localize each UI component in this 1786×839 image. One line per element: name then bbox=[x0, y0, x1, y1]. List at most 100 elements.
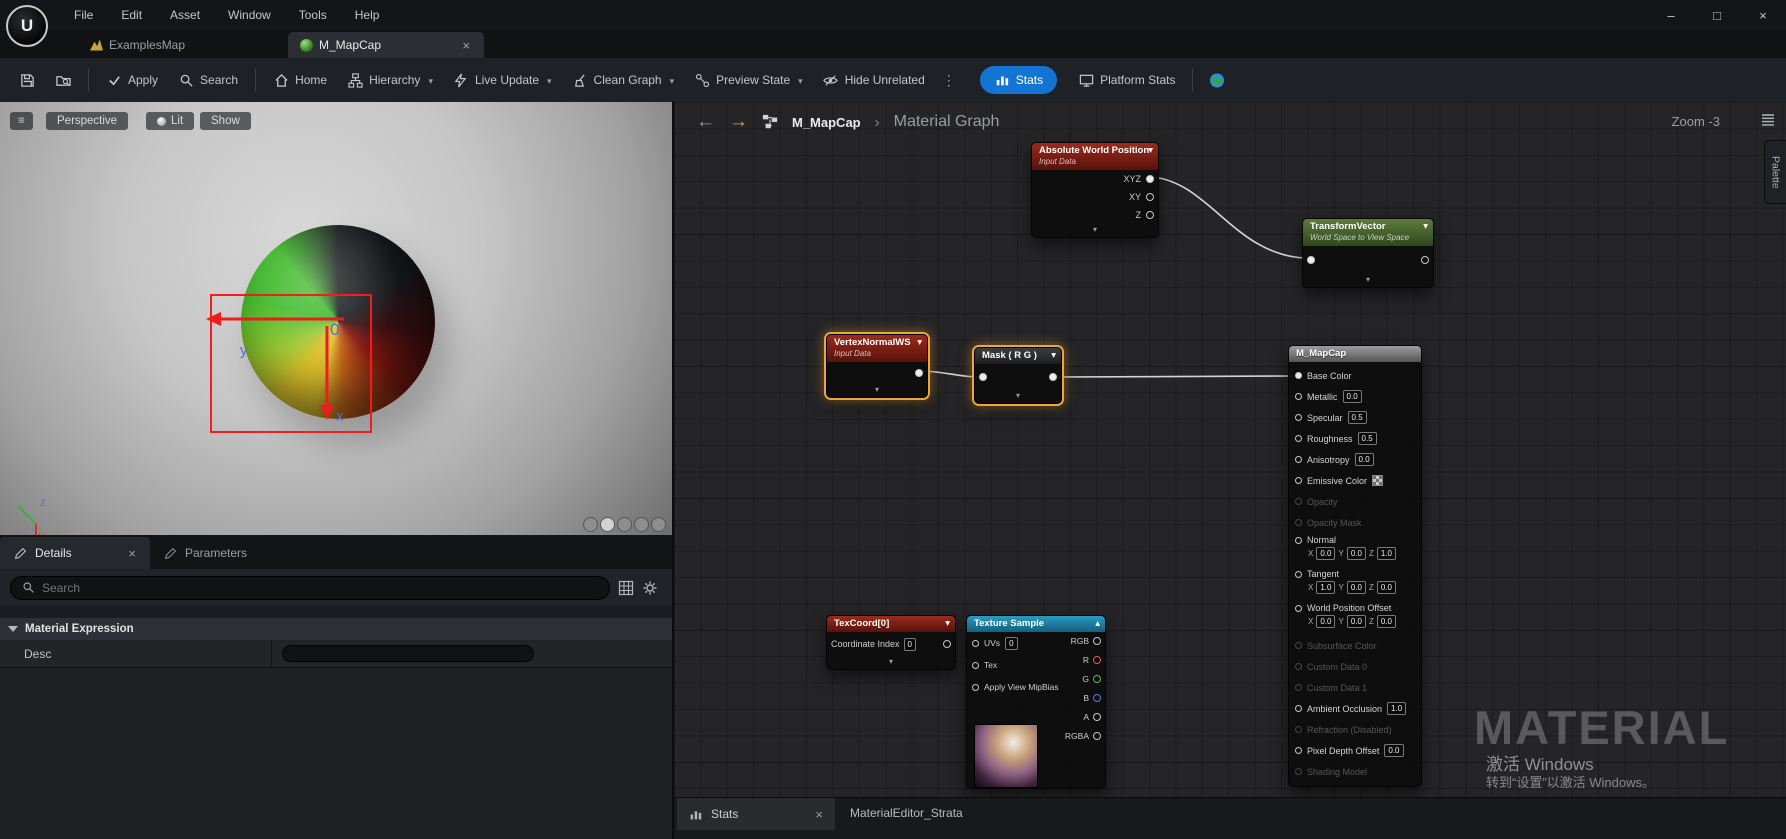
preview-plane-button[interactable] bbox=[617, 517, 632, 532]
chevron-down-icon[interactable]: ▾ bbox=[917, 338, 922, 348]
palette-tab[interactable]: Palette bbox=[1764, 140, 1786, 204]
output-pin-icon[interactable] bbox=[1093, 656, 1101, 664]
input-pin-icon[interactable] bbox=[1295, 414, 1302, 421]
gear-icon[interactable] bbox=[642, 580, 658, 596]
node-header[interactable]: Absolute World Position ▾ Input Data bbox=[1032, 143, 1158, 170]
input-pin-icon[interactable] bbox=[1295, 435, 1302, 442]
output-row-rgb[interactable]: RGB bbox=[1071, 636, 1101, 646]
pin-row[interactable] bbox=[1303, 246, 1433, 274]
palette-expand-icon[interactable] bbox=[1760, 112, 1776, 128]
section-material-expression[interactable]: Material Expression bbox=[0, 618, 672, 640]
pin-value[interactable]: 0.0 bbox=[1346, 581, 1366, 594]
pin-row-ambient-occlusion[interactable]: Ambient Occlusion 1.0 bbox=[1289, 698, 1421, 719]
output-row-r[interactable]: R bbox=[1083, 655, 1101, 665]
menu-window[interactable]: Window bbox=[216, 4, 283, 26]
pin-value[interactable]: 0.0 bbox=[1376, 581, 1396, 594]
node-header[interactable]: M_MapCap bbox=[1289, 346, 1421, 362]
output-pin-icon[interactable] bbox=[1146, 175, 1154, 183]
node-header[interactable]: Mask ( R G ) ▾ bbox=[975, 348, 1061, 364]
maximize-button[interactable]: □ bbox=[1694, 0, 1740, 30]
output-pin-icon[interactable] bbox=[1146, 193, 1154, 201]
menu-tools[interactable]: Tools bbox=[287, 4, 339, 26]
forward-arrow-icon[interactable]: → bbox=[729, 111, 748, 133]
chevron-down-icon[interactable]: ▾ bbox=[1148, 146, 1153, 156]
pin-value[interactable]: 0 bbox=[1005, 636, 1018, 650]
material-graph-canvas[interactable]: ← → M_MapCap › Material Graph Zoom -3 Pa… bbox=[674, 102, 1786, 839]
pin-row[interactable]: Coordinate Index 0 bbox=[827, 632, 955, 656]
output-row-a[interactable]: A bbox=[1083, 712, 1101, 722]
input-pin-icon[interactable] bbox=[1295, 570, 1302, 578]
details-search-box[interactable] bbox=[10, 575, 610, 600]
tab-m-mapcap[interactable]: M_MapCap × bbox=[288, 32, 484, 58]
node-mask-rg[interactable]: Mask ( R G ) ▾ bbox=[974, 347, 1062, 404]
pin-value[interactable]: 0.5 bbox=[1357, 432, 1377, 445]
node-material-result[interactable]: M_MapCap Base Color Metallic 0.0 Specular… bbox=[1288, 345, 1422, 787]
apply-button[interactable]: Apply bbox=[97, 66, 167, 94]
unreal-logo-icon[interactable] bbox=[6, 5, 48, 47]
hide-unrelated-button[interactable]: Hide Unrelated bbox=[814, 66, 934, 94]
node-header[interactable]: VertexNormalWS ▾ Input Data bbox=[827, 335, 927, 362]
save-button[interactable] bbox=[10, 66, 44, 94]
pin-row-custom-data-0[interactable]: Custom Data 0 bbox=[1289, 656, 1421, 677]
browse-to-asset-button[interactable] bbox=[46, 66, 80, 94]
wire-awp-to-transform[interactable] bbox=[1151, 176, 1305, 259]
pin-value[interactable]: 1.0 bbox=[1387, 702, 1407, 715]
input-pin-icon[interactable] bbox=[1295, 604, 1302, 612]
output-pin-icon[interactable] bbox=[1146, 211, 1154, 219]
chevron-down-icon[interactable]: ▾ bbox=[945, 619, 950, 629]
pin-value[interactable]: 0.0 bbox=[1384, 744, 1404, 757]
live-update-button[interactable]: Live Update bbox=[444, 66, 561, 94]
node-header[interactable]: TexCoord[0] ▾ bbox=[827, 616, 955, 632]
close-tab-icon[interactable]: × bbox=[813, 807, 825, 822]
preview-custom-button[interactable] bbox=[651, 517, 666, 532]
pin-value[interactable]: 0.0 bbox=[1346, 547, 1366, 560]
pin-row-opacity-mask[interactable]: Opacity Mask bbox=[1289, 512, 1421, 533]
output-pin-icon[interactable] bbox=[1049, 373, 1057, 381]
pin-row[interactable]: Z bbox=[1032, 206, 1158, 224]
close-tab-icon[interactable]: × bbox=[460, 38, 472, 53]
pin-row[interactable]: XY bbox=[1032, 188, 1158, 206]
platform-stats-button[interactable]: Platform Stats bbox=[1069, 66, 1184, 94]
output-pin-icon[interactable] bbox=[1093, 694, 1101, 702]
texture-preview-thumbnail[interactable] bbox=[974, 724, 1038, 788]
collapse-chevron-icon[interactable] bbox=[827, 656, 955, 669]
output-pin-icon[interactable] bbox=[1093, 637, 1101, 645]
back-arrow-icon[interactable]: ← bbox=[696, 111, 715, 133]
preview-sphere-button[interactable] bbox=[600, 517, 615, 532]
breadcrumb-asset[interactable]: M_MapCap bbox=[792, 115, 861, 130]
input-pin-icon[interactable] bbox=[972, 661, 979, 669]
pin-row-roughness[interactable]: Roughness 0.5 bbox=[1289, 428, 1421, 449]
input-pin-icon[interactable] bbox=[1295, 536, 1302, 544]
menu-help[interactable]: Help bbox=[343, 4, 392, 26]
node-vertex-normal-ws[interactable]: VertexNormalWS ▾ Input Data bbox=[826, 334, 928, 398]
output-row-g[interactable]: G bbox=[1082, 674, 1101, 684]
clean-graph-button[interactable]: Clean Graph bbox=[563, 66, 684, 94]
collapse-chevron-icon[interactable] bbox=[1303, 274, 1433, 287]
pin-value[interactable]: 0.0 bbox=[1376, 615, 1396, 628]
input-pin-icon[interactable] bbox=[1295, 393, 1302, 400]
lit-button[interactable]: Lit bbox=[146, 112, 195, 130]
preview-cube-button[interactable] bbox=[634, 517, 649, 532]
search-input[interactable] bbox=[42, 580, 600, 595]
pin-row-subsurface-color[interactable]: Subsurface Color bbox=[1289, 635, 1421, 656]
breadcrumb-page[interactable]: Material Graph bbox=[894, 113, 1000, 131]
output-row-rgba[interactable]: RGBA bbox=[1065, 731, 1101, 741]
output-pin-icon[interactable] bbox=[1093, 713, 1101, 721]
input-pin-icon[interactable] bbox=[1295, 477, 1302, 484]
close-button[interactable]: × bbox=[1740, 0, 1786, 30]
pin-row-shading-model[interactable]: Shading Model bbox=[1289, 761, 1421, 782]
pin-value[interactable]: 1.0 bbox=[1376, 547, 1396, 560]
stats-button[interactable]: Stats bbox=[979, 66, 1058, 94]
pin-row-anisotropy[interactable]: Anisotropy 0.0 bbox=[1289, 449, 1421, 470]
node-texture-sample[interactable]: Texture Sample ▴ UVs 0 Tex Apply View Mip… bbox=[966, 615, 1106, 789]
pin-value[interactable]: 0 bbox=[903, 637, 916, 651]
desc-input[interactable] bbox=[282, 645, 534, 662]
collapse-chevron-icon[interactable] bbox=[827, 384, 927, 397]
input-pin-icon[interactable] bbox=[1295, 456, 1302, 463]
home-button[interactable]: Home bbox=[264, 66, 336, 94]
output-pin-icon[interactable] bbox=[915, 369, 923, 377]
preview-cylinder-button[interactable] bbox=[583, 517, 598, 532]
tab-parameters[interactable]: Parameters bbox=[150, 537, 300, 569]
node-transform-vector[interactable]: TransformVector ▾ World Space to View Sp… bbox=[1302, 218, 1434, 288]
wire-mask-to-basecolor[interactable] bbox=[1055, 375, 1294, 378]
